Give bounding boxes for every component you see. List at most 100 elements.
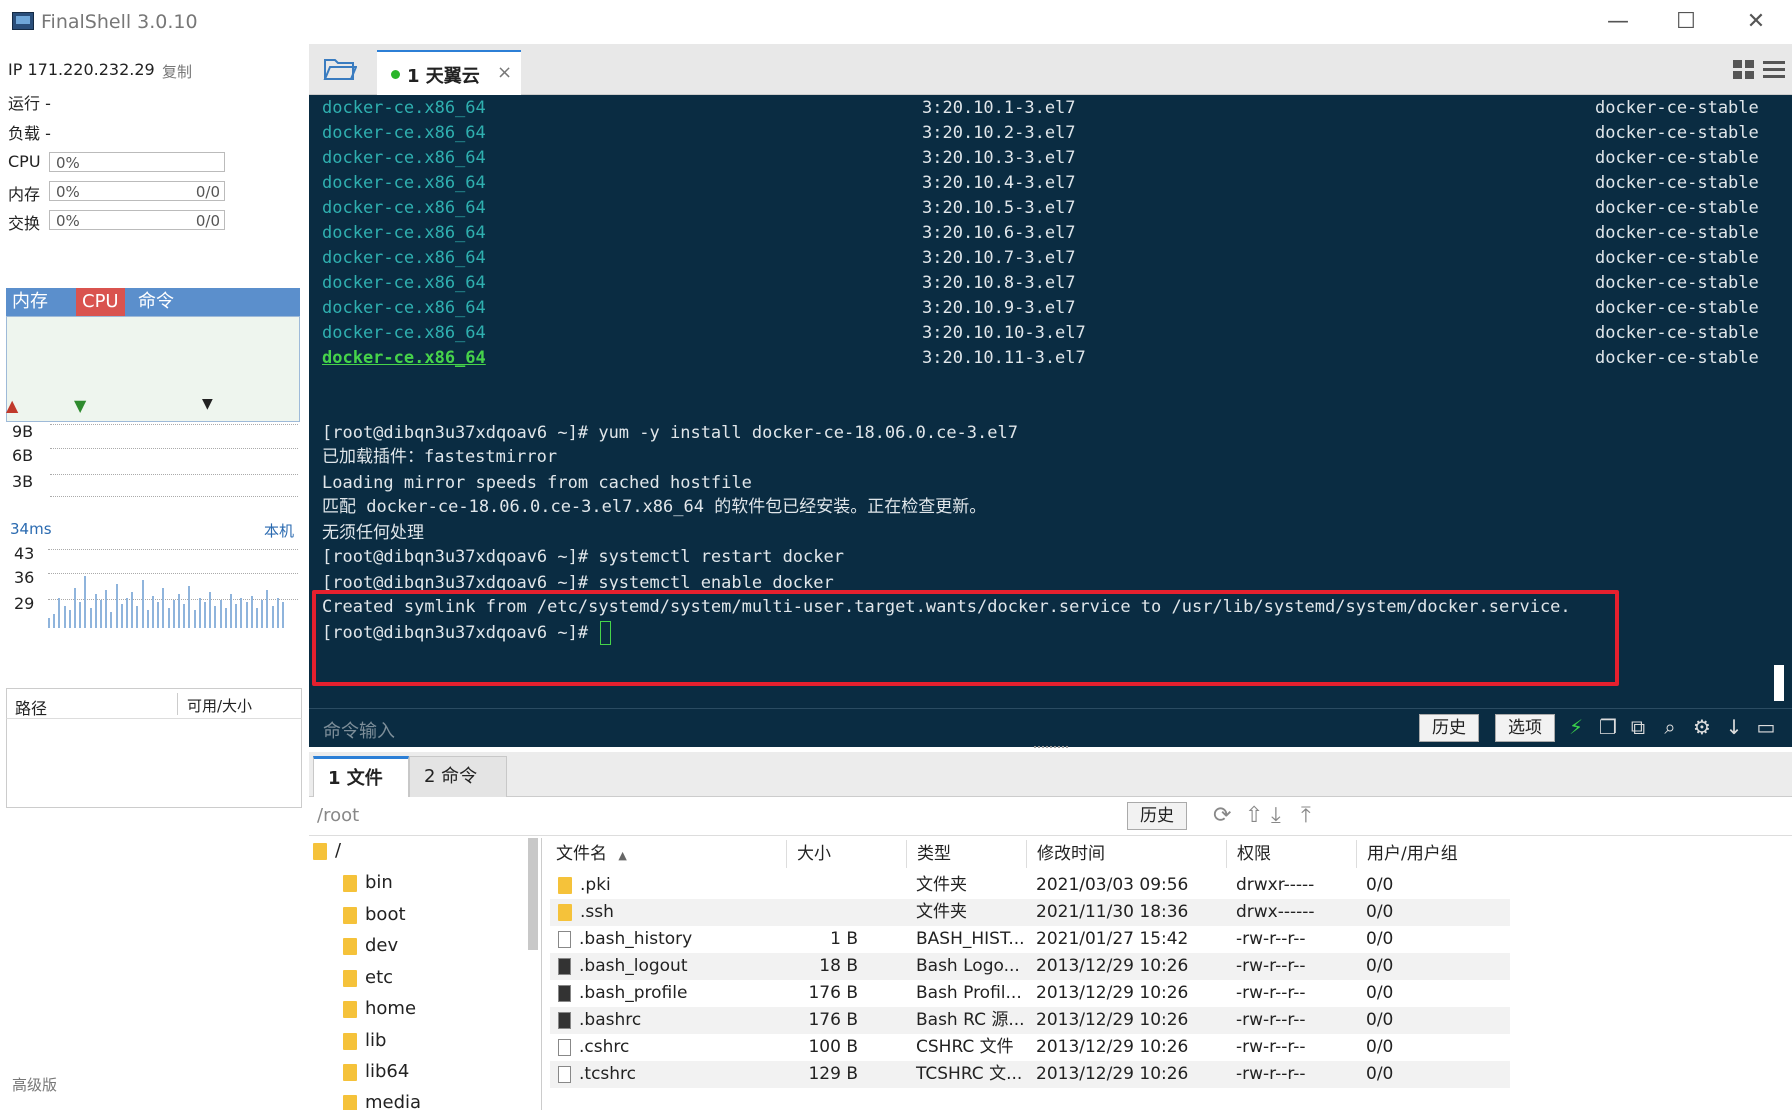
- path-history-button[interactable]: 历史: [1127, 802, 1187, 830]
- tree-item-media[interactable]: media: [343, 1092, 421, 1110]
- package-row: docker-ce.x86_64 3:20.10.4-3.el7 docker-ce…: [322, 171, 1782, 195]
- package-row: docker-ce.x86_64 3:20.10.9-3.el7 docker-ce…: [322, 296, 1782, 320]
- file-name-cell: .tcshrc: [558, 1061, 636, 1088]
- net-grid-line: [50, 424, 298, 425]
- tab-command[interactable]: 命令: [132, 288, 180, 316]
- file-path-input[interactable]: /root: [317, 805, 359, 826]
- column-header-size[interactable]: 大小: [786, 840, 831, 868]
- file-name: .bash_profile: [579, 983, 688, 1003]
- column-header-modified[interactable]: 修改时间: [1026, 840, 1105, 868]
- file-row[interactable]: .bashrc 176 B Bash RC 源... 2013/12/29 10:26…: [550, 1007, 1510, 1034]
- package-repo: docker-ce-stable: [1595, 298, 1759, 318]
- session-tab[interactable]: 1 天翼云 ×: [377, 50, 521, 96]
- file-owner: 0/0: [1366, 1010, 1394, 1030]
- ping-sample-bar: [141, 580, 144, 628]
- open-folder-icon[interactable]: [323, 56, 357, 82]
- tree-item-boot[interactable]: boot: [343, 904, 406, 925]
- swap-ratio: 0/0: [195, 212, 220, 230]
- refresh-icon[interactable]: ⟳: [1213, 803, 1231, 828]
- copy-ip-button[interactable]: 复制: [162, 61, 192, 82]
- upload-icon[interactable]: ⤒: [1301, 803, 1311, 828]
- tab-memory[interactable]: 内存: [6, 288, 54, 316]
- terminal-scrollbar[interactable]: [1774, 665, 1784, 701]
- options-button[interactable]: 选项: [1495, 714, 1555, 742]
- file-permissions: drwxr-----: [1236, 875, 1315, 895]
- menu-icon[interactable]: [1763, 60, 1785, 80]
- command-history-button[interactable]: 历史: [1419, 714, 1479, 742]
- package-row: docker-ce.x86_64 3:20.10.5-3.el7 docker-ce…: [322, 196, 1782, 220]
- download-icon[interactable]: ⤓: [1271, 803, 1281, 828]
- column-header-type[interactable]: 类型: [906, 840, 951, 868]
- tree-item-bin[interactable]: bin: [343, 872, 393, 893]
- package-name: docker-ce.x86_64: [322, 148, 486, 168]
- advanced-edition-link[interactable]: 高级版: [12, 1074, 57, 1095]
- tree-item-lib64[interactable]: lib64: [343, 1061, 409, 1082]
- close-tab-icon[interactable]: ×: [497, 62, 512, 83]
- file-owner: 0/0: [1366, 902, 1394, 922]
- package-name: docker-ce.x86_64: [322, 173, 486, 193]
- file-row[interactable]: .pki 文件夹 2021/03/03 09:56 drwxr----- 0/0: [550, 872, 1510, 899]
- tree-item-root[interactable]: /: [313, 840, 341, 861]
- package-repo: docker-ce-stable: [1595, 223, 1759, 243]
- tree-item-etc[interactable]: etc: [343, 967, 393, 988]
- file-icon: [558, 930, 571, 948]
- fullscreen-icon[interactable]: ▭: [1755, 716, 1777, 738]
- terminal-line: [root@dibqn3u37xdqoav6 ~]# systemctl res…: [322, 547, 844, 567]
- copy-icon[interactable]: ❐: [1597, 716, 1619, 738]
- ping-sample-bar: [282, 602, 284, 628]
- folder-icon: [343, 1094, 357, 1110]
- ping-sample-bar: [167, 608, 170, 628]
- tab-files[interactable]: 1 文件: [313, 756, 409, 799]
- maximize-button[interactable]: ☐: [1666, 8, 1706, 36]
- file-row[interactable]: .tcshrc 129 B TCSHRC 文... 2013/12/29 10:26 -…: [550, 1061, 1510, 1088]
- package-row: docker-ce.x86_64 3:20.10.7-3.el7 docker-ce…: [322, 246, 1782, 270]
- tab-cpu[interactable]: CPU: [76, 288, 125, 316]
- paste-icon[interactable]: ⧉: [1627, 716, 1649, 738]
- file-row[interactable]: .ssh 文件夹 2021/11/30 18:36 drwx------ 0/0: [550, 899, 1510, 926]
- file-row[interactable]: .cshrc 100 B CSHRC 文件 2013/12/29 10:26 -rw-r…: [550, 1034, 1510, 1061]
- ping-host[interactable]: 本机: [264, 520, 294, 541]
- ping-sample-bar: [136, 606, 139, 628]
- close-button[interactable]: ✕: [1736, 8, 1776, 36]
- grid-view-icon[interactable]: [1733, 60, 1755, 80]
- parent-directory-icon[interactable]: ⇧: [1245, 803, 1263, 828]
- swap-label: 交换: [8, 214, 41, 233]
- tree-item-dev[interactable]: dev: [343, 935, 398, 956]
- network-interface-dropdown-icon[interactable]: ▼: [202, 396, 213, 412]
- package-name: docker-ce.x86_64: [322, 98, 486, 118]
- command-input[interactable]: 命令输入: [323, 717, 395, 743]
- ping-sample-bar: [172, 600, 175, 628]
- file-type: BASH_HIST...: [916, 929, 1025, 949]
- tree-scrollbar[interactable]: [528, 838, 538, 950]
- search-icon[interactable]: ⌕: [1659, 716, 1681, 738]
- download-arrow-icon: ▼: [74, 396, 87, 415]
- ping-latency: 34ms: [10, 520, 52, 538]
- lightning-icon[interactable]: ⚡: [1565, 716, 1587, 738]
- package-version: 3:20.10.6-3.el7: [922, 223, 1076, 243]
- minimize-button[interactable]: —: [1598, 8, 1638, 36]
- package-repo: docker-ce-stable: [1595, 98, 1759, 118]
- file-name: .tcshrc: [579, 1064, 637, 1084]
- title-bar: FinalShell 3.0.10 — ☐ ✕: [0, 0, 1792, 44]
- file-row[interactable]: .bash_profile 176 B Bash Profil... 2013/12/…: [550, 980, 1510, 1007]
- file-type: Bash Logo...: [916, 956, 1020, 976]
- ping-sample-bar: [230, 594, 232, 628]
- scroll-down-icon[interactable]: ↓: [1723, 716, 1745, 738]
- file-modified: 2021/11/30 18:36: [1036, 902, 1189, 922]
- package-row: docker-ce.x86_64 3:20.10.8-3.el7 docker-ce…: [322, 271, 1782, 295]
- ping-sample-bar: [84, 576, 87, 628]
- folder-icon: [343, 906, 357, 924]
- file-row[interactable]: .bash_logout 18 B Bash Logo... 2013/12/29 1…: [550, 953, 1510, 980]
- column-header-owner[interactable]: 用户/用户组: [1356, 840, 1458, 868]
- folder-icon: [343, 969, 357, 987]
- file-type: CSHRC 文件: [916, 1037, 1014, 1057]
- column-header-permissions[interactable]: 权限: [1226, 840, 1271, 868]
- gear-icon[interactable]: ⚙: [1691, 716, 1713, 738]
- tree-item-home[interactable]: home: [343, 998, 416, 1019]
- tab-commands[interactable]: 2 命令: [409, 756, 507, 797]
- column-header-name[interactable]: 文件名 ▲: [546, 840, 627, 868]
- tree-item-lib[interactable]: lib: [343, 1030, 386, 1051]
- file-path-bar: /root 历史 ⟳ ⇧ ⤓ ⤒: [309, 797, 1792, 836]
- file-row[interactable]: .bash_history 1 B BASH_HIST... 2021/01/27 1…: [550, 926, 1510, 953]
- ping-sample-bar: [271, 606, 274, 628]
